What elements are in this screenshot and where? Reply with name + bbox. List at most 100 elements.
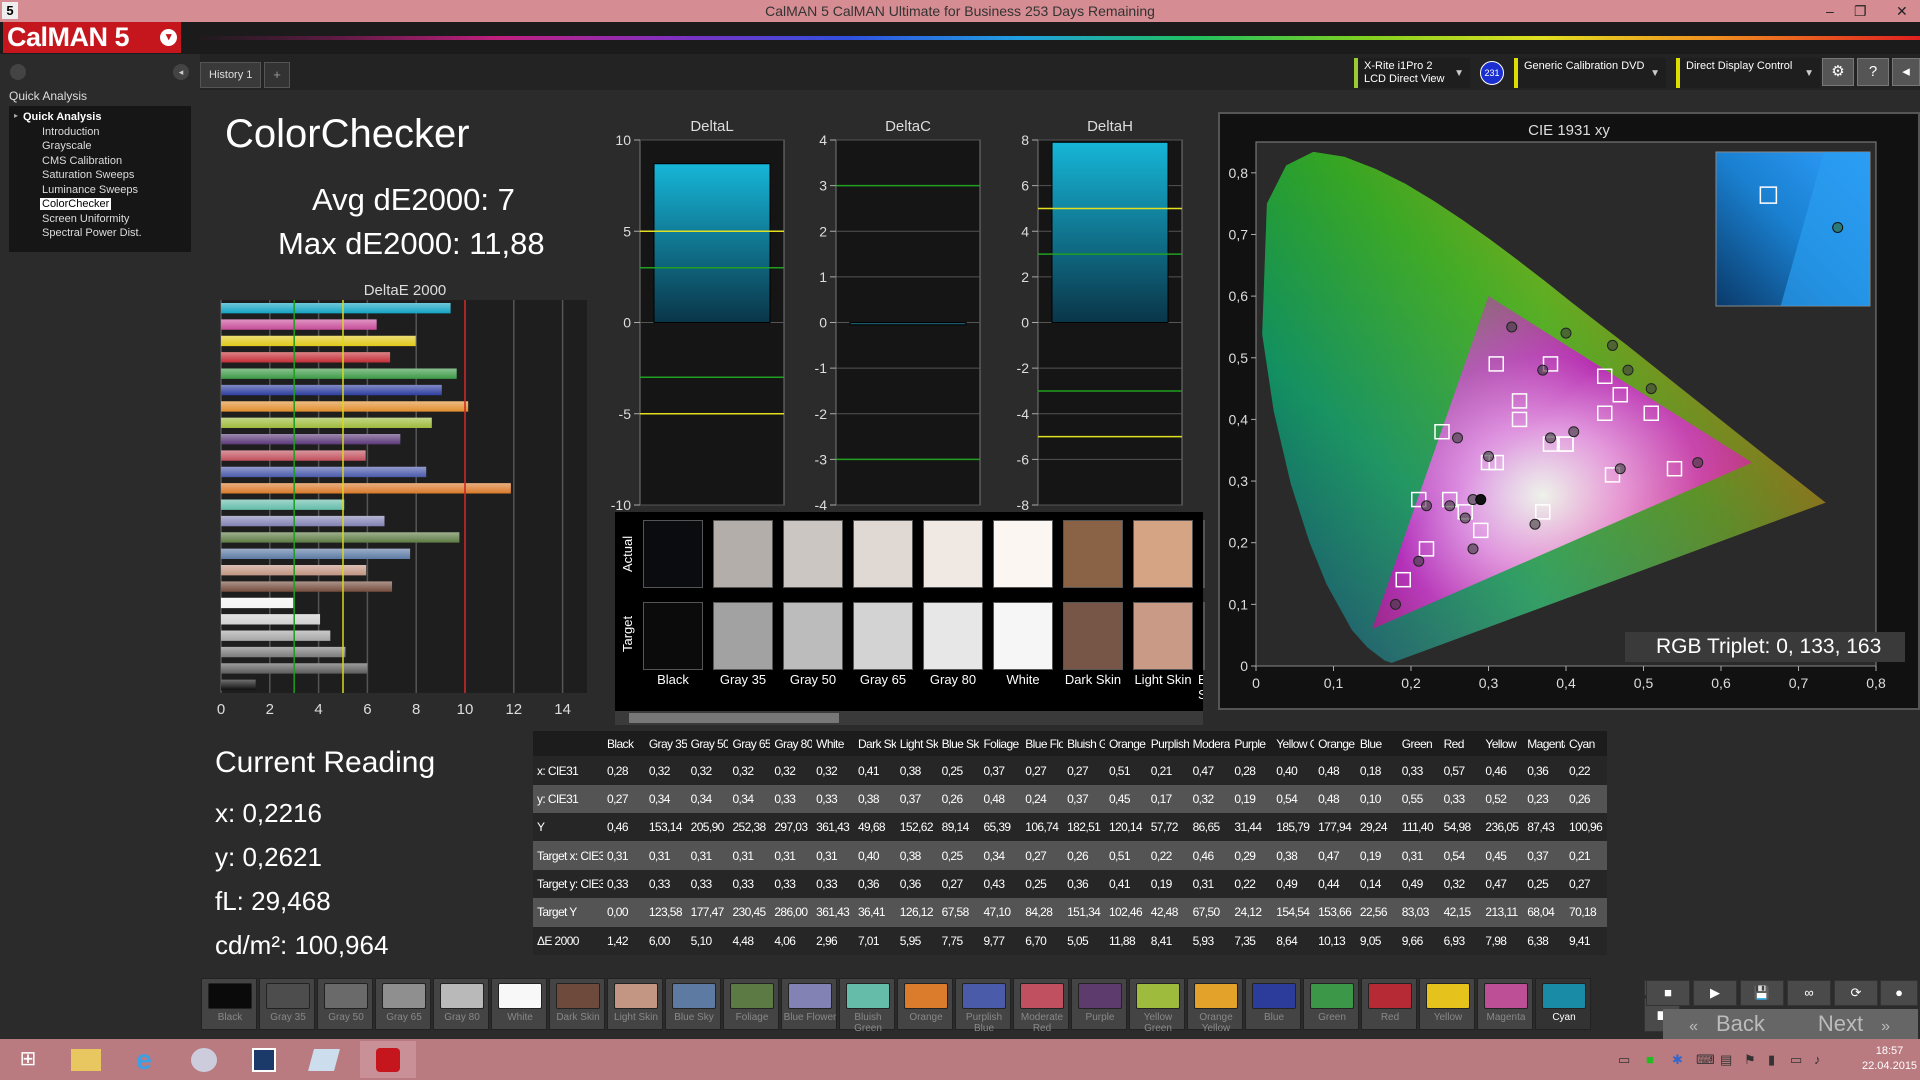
table-column-header[interactable]: Gray 35 [645, 731, 687, 756]
source-selector[interactable]: Generic Calibration DVD ▼ [1514, 58, 1666, 88]
table-column-header[interactable]: Light Skin [896, 731, 938, 756]
actual-swatch[interactable] [1063, 520, 1123, 588]
power-tray-icon[interactable]: ▭ [1790, 1052, 1802, 1068]
patch-button[interactable]: White [491, 978, 547, 1030]
patch-button[interactable]: Blue Flower [781, 978, 837, 1030]
table-column-header[interactable]: Foliage [979, 731, 1021, 756]
close-button[interactable]: ✕ [1896, 0, 1908, 22]
scroll-thumb[interactable] [629, 713, 839, 723]
sidebar-item-cms-calibration[interactable]: CMS Calibration [42, 155, 122, 167]
table-column-header[interactable]: Moderate Red [1189, 731, 1231, 756]
meter-badge[interactable]: 231 [1480, 61, 1504, 85]
collapse-left-icon[interactable]: ◂ [173, 64, 189, 80]
taskbar-clock[interactable]: 18:57 22.04.2015 [1862, 1044, 1917, 1074]
patch-button[interactable]: Cyan [1535, 978, 1591, 1030]
restore-button[interactable]: ❐ [1854, 0, 1867, 22]
table-column-header[interactable]: Green [1398, 731, 1440, 756]
table-column-header[interactable]: Gray 65 [728, 731, 770, 756]
swatch-scrollbar[interactable] [615, 711, 1203, 725]
table-column-header[interactable]: Dark Skin [854, 731, 896, 756]
calculator-icon[interactable] [236, 1041, 292, 1078]
patch-button[interactable]: Orange [897, 978, 953, 1030]
patch-button[interactable]: Green [1303, 978, 1359, 1030]
stop-toggle-icon[interactable]: ■ [1646, 980, 1690, 1006]
ie-icon[interactable]: e [116, 1041, 172, 1078]
sidebar-item-colorchecker[interactable]: ColorChecker [40, 198, 112, 210]
play-icon[interactable]: ▶ [1693, 980, 1737, 1006]
patch-button[interactable]: Gray 65 [375, 978, 431, 1030]
actual-swatch[interactable] [923, 520, 983, 588]
table-column-header[interactable]: Orange Yellow [1314, 731, 1356, 756]
bluetooth-tray-icon[interactable]: ✱ [1672, 1052, 1683, 1068]
save-icon[interactable]: 💾 [1740, 980, 1784, 1006]
target-swatch[interactable] [713, 602, 773, 670]
patch-button[interactable]: Gray 35 [259, 978, 315, 1030]
start-icon[interactable]: ⊞ [0, 1041, 56, 1078]
display-selector[interactable]: Direct Display Control ▼ [1676, 58, 1820, 88]
actual-swatch[interactable] [1203, 520, 1205, 588]
patch-button[interactable]: Moderate Red [1013, 978, 1069, 1034]
patch-button[interactable]: Blue Sky [665, 978, 721, 1030]
table-column-header[interactable]: Red [1440, 731, 1482, 756]
target-swatch[interactable] [783, 602, 843, 670]
next-button[interactable]: Next » [1790, 1009, 1918, 1039]
tab-history-1[interactable]: History 1 [200, 62, 262, 88]
settings-gear-icon[interactable]: ⚙ [1822, 58, 1854, 86]
patch-button[interactable]: Yellow Green [1129, 978, 1185, 1034]
meter-selector[interactable]: X-Rite i1Pro 2 LCD Direct View ▼ [1354, 58, 1470, 88]
patch-button[interactable]: Blue [1245, 978, 1301, 1030]
table-column-header[interactable]: Orange [1105, 731, 1147, 756]
help-icon[interactable]: ? [1857, 58, 1889, 86]
usb-tray-icon[interactable]: ⌨ [1696, 1052, 1715, 1068]
patch-button[interactable]: Light Skin [607, 978, 663, 1030]
explorer-icon[interactable] [58, 1041, 114, 1078]
exit-icon[interactable]: ● [1880, 980, 1918, 1006]
table-column-header[interactable]: Cyan [1565, 731, 1607, 756]
workflow-icon[interactable] [10, 64, 26, 80]
loop-icon[interactable]: ∞ [1787, 980, 1831, 1006]
patch-button[interactable]: Purple [1071, 978, 1127, 1030]
patch-button[interactable]: Purplish Blue [955, 978, 1011, 1034]
actual-swatch[interactable] [1133, 520, 1193, 588]
notes-icon[interactable] [296, 1041, 352, 1078]
actual-swatch[interactable] [713, 520, 773, 588]
target-swatch[interactable] [1203, 602, 1205, 670]
calman-logo[interactable]: CalMAN 5 ▾ [3, 22, 181, 53]
sidebar-group[interactable]: Quick Analysis [23, 111, 101, 123]
target-swatch[interactable] [1133, 602, 1193, 670]
actual-swatch[interactable] [993, 520, 1053, 588]
patch-button[interactable]: Gray 50 [317, 978, 373, 1030]
patch-button[interactable]: Yellow [1419, 978, 1475, 1030]
table-column-header[interactable]: Gray 80 [770, 731, 812, 756]
patch-button[interactable]: Black [201, 978, 257, 1030]
table-column-header[interactable]: Blue [1356, 731, 1398, 756]
patch-button[interactable]: Red [1361, 978, 1417, 1030]
target-swatch[interactable] [1063, 602, 1123, 670]
actual-swatch[interactable] [853, 520, 913, 588]
table-column-header[interactable]: Yellow Green [1272, 731, 1314, 756]
sidebar-item-introduction[interactable]: Introduction [42, 126, 99, 138]
patch-button[interactable]: Orange Yellow [1187, 978, 1243, 1034]
table-column-header[interactable]: Magenta [1523, 731, 1565, 756]
table-column-header[interactable]: Yellow [1481, 731, 1523, 756]
printer-tray-icon[interactable]: ▤ [1720, 1052, 1732, 1068]
sidebar-item-spectral-power[interactable]: Spectral Power Dist. [42, 227, 142, 239]
actual-swatch[interactable] [783, 520, 843, 588]
patch-button[interactable]: Magenta [1477, 978, 1533, 1030]
table-column-header[interactable]: Black [603, 731, 645, 756]
target-swatch[interactable] [993, 602, 1053, 670]
flag-tray-icon[interactable]: ⚑ [1744, 1052, 1756, 1068]
target-swatch[interactable] [923, 602, 983, 670]
calman-taskbar-icon[interactable] [360, 1041, 416, 1078]
table-column-header[interactable]: Blue Flower [1021, 731, 1063, 756]
table-column-header[interactable]: White [812, 731, 854, 756]
paint-icon[interactable] [176, 1041, 232, 1078]
collapse-right-icon[interactable]: ◂ [1892, 58, 1920, 86]
patch-button[interactable]: Foliage [723, 978, 779, 1030]
table-column-header[interactable]: Gray 50 [687, 731, 729, 756]
patch-button[interactable]: Gray 80 [433, 978, 489, 1030]
actual-swatch[interactable] [643, 520, 703, 588]
nvidia-tray-icon[interactable]: ■ [1646, 1052, 1654, 1067]
add-tab-button[interactable]: + [264, 62, 290, 88]
sidebar-item-luminance-sweeps[interactable]: Luminance Sweeps [42, 184, 138, 196]
